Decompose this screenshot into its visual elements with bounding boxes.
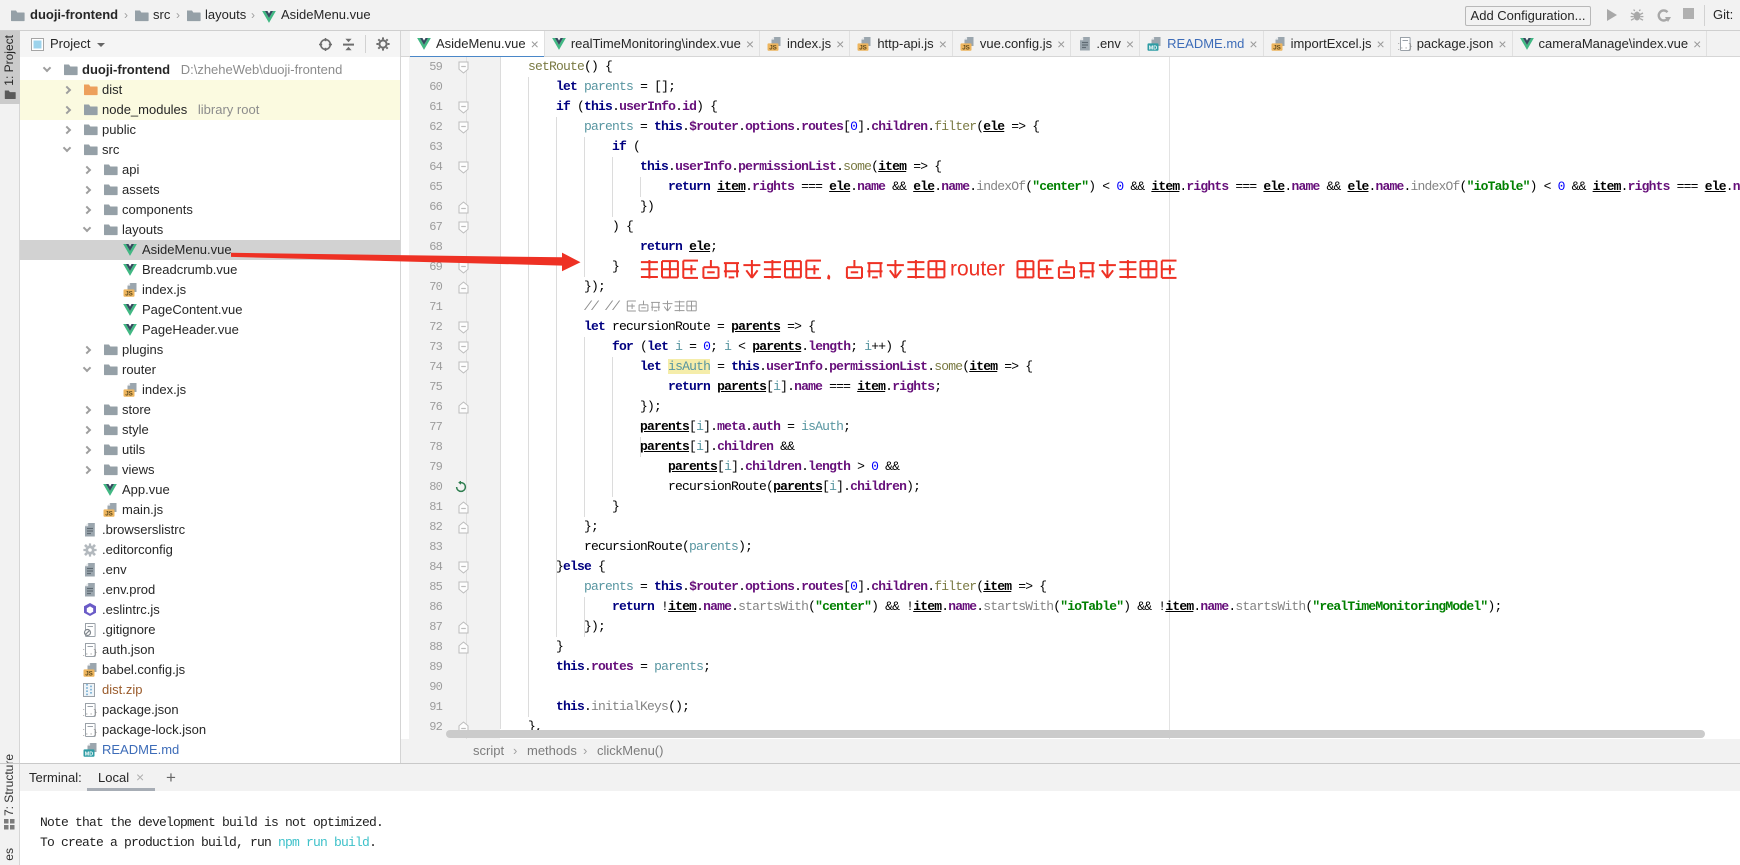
svg-text:JS: JS [105, 511, 113, 517]
svg-text:{..}: {..} [1398, 43, 1412, 51]
svg-text:JS: JS [962, 44, 970, 50]
svg-text:MD: MD [1149, 45, 1157, 51]
svg-text:{..}: {..} [83, 730, 97, 738]
svg-text:{..}: {..} [83, 650, 97, 658]
svg-text:JS: JS [860, 44, 868, 50]
svg-text:JS: JS [85, 671, 93, 677]
svg-text:{..}: {..} [83, 710, 97, 718]
svg-text:MD: MD [85, 751, 93, 757]
svg-text:JS: JS [125, 391, 133, 397]
svg-text:JS: JS [769, 44, 777, 50]
svg-text:JS: JS [1273, 44, 1281, 50]
svg-text:router: router [950, 258, 1005, 281]
